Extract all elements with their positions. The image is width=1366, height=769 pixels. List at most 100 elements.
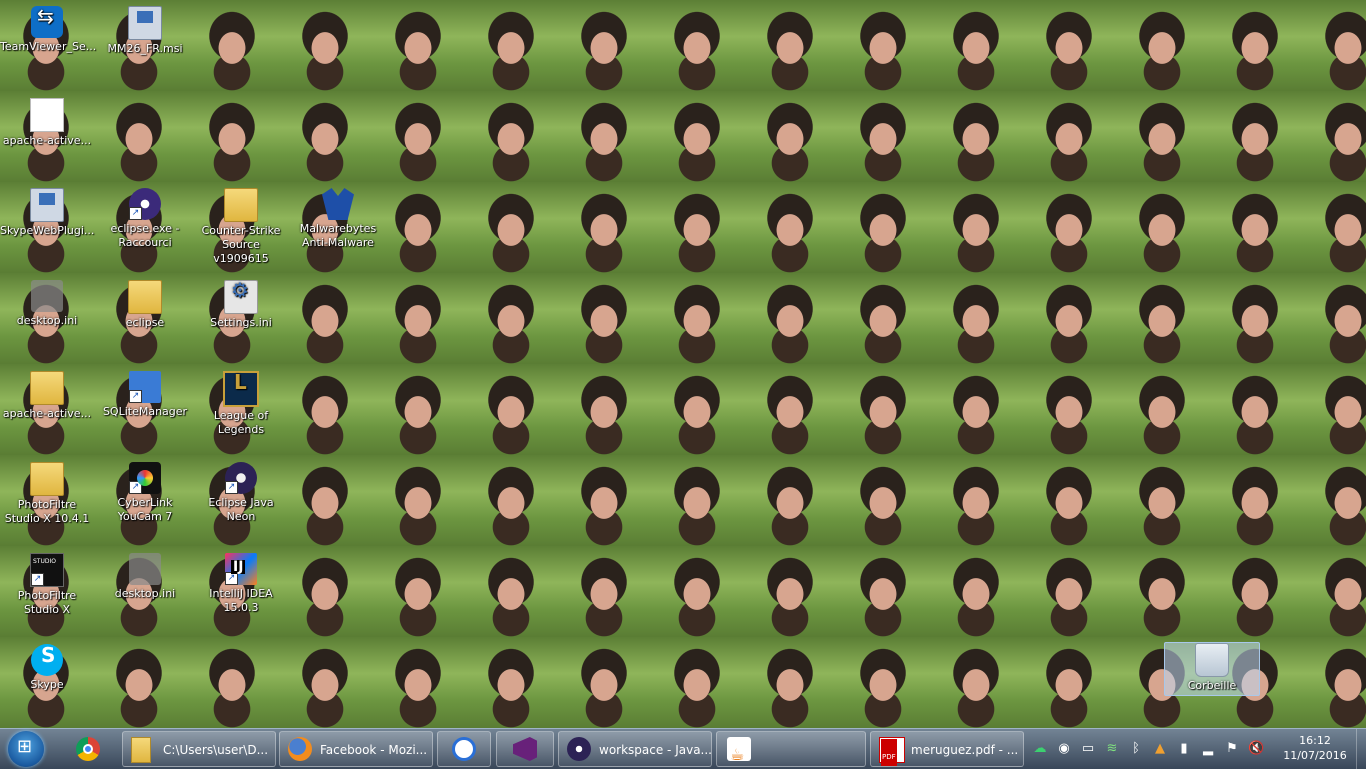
system-tray: ☁ ◉ ▭ ≋ ᛒ ▲ ▮ ▂ ⚑ 🔇	[1028, 729, 1268, 769]
msi-installer-icon	[30, 188, 64, 222]
desktop-icon-eclipse-neon[interactable]: ↗ Eclipse Java Neon	[194, 462, 288, 524]
shortcut-arrow-icon: ↗	[225, 481, 238, 494]
folder-icon	[131, 737, 151, 763]
desktop-icon-youcam[interactable]: ↗ CyberLink YouCam 7	[98, 462, 192, 524]
clock-time: 16:12	[1299, 734, 1331, 747]
taskbar-window-pdf[interactable]: meruguez.pdf - ...	[870, 731, 1024, 767]
desktop-icon-apache-active-file[interactable]: apache-active...	[0, 98, 94, 148]
taskbar-window-explorer[interactable]: C:\Users\user\D...	[122, 731, 276, 767]
desktop-icon-label: Settings.ini	[210, 316, 272, 329]
monitor-icon[interactable]: ▭	[1080, 741, 1096, 757]
desktop-icon-desktop-ini[interactable]: desktop.ini	[0, 280, 94, 328]
desktop-icon-league-of-legends[interactable]: League of Legends	[194, 371, 288, 437]
desktop-icon-label: Malwarebytes Anti-Malware	[299, 222, 377, 249]
desktop-icon-label: eclipse	[125, 316, 165, 329]
visual-studio-icon	[513, 737, 537, 761]
pdf-icon	[879, 737, 905, 766]
desktop-icon-eclipse-shortcut[interactable]: ↗ eclipse.exe - Raccourci	[98, 188, 192, 250]
desktop-icon-label: eclipse.exe - Raccourci	[110, 222, 180, 249]
taskbar-window-java[interactable]	[716, 731, 866, 767]
taskbar-window-eclipse[interactable]: workspace - Java...	[558, 731, 712, 767]
g-app-icon	[452, 737, 476, 761]
taskbar: C:\Users\user\D... Facebook - Mozi... wo…	[0, 728, 1366, 769]
file-icon	[30, 98, 64, 132]
taskbar-window-g-app[interactable]	[437, 731, 491, 767]
taskbar-window-label: workspace - Java...	[599, 743, 712, 757]
shortcut-arrow-icon: ↗	[129, 207, 142, 220]
skype-icon	[31, 644, 63, 676]
flag-icon[interactable]: ⚑	[1224, 741, 1240, 757]
desktop-icon-label: desktop.ini	[16, 314, 78, 327]
desktop-icon-label: MM26_FR.msi	[107, 42, 183, 55]
firefox-icon	[288, 737, 312, 761]
desktop-icon-apache-active-folder[interactable]: apache-active...	[0, 371, 94, 421]
desktop-icon-label: IntelliJ IDEA 15.0.3	[209, 587, 273, 614]
desktop-icon-label: Skype	[30, 678, 64, 691]
recycle-bin-icon	[1195, 643, 1229, 677]
desktop-icon-skypewebplugin[interactable]: SkypeWebPlugi...	[0, 188, 94, 238]
sync-icon[interactable]: ◉	[1056, 741, 1072, 757]
desktop-icon-intellij[interactable]: ↗ IntelliJ IDEA 15.0.3	[194, 553, 288, 615]
java-icon	[727, 737, 751, 766]
desktop-icon-label: PhotoFiltre Studio X 10.4.1	[4, 498, 90, 525]
clock-date: 11/07/2016	[1283, 749, 1347, 762]
desktop-icon-label: Eclipse Java Neon	[208, 496, 274, 523]
sqlitemanager-icon: ↗	[129, 371, 161, 403]
cloud-icon[interactable]: ☁	[1032, 741, 1048, 757]
taskbar-window-label: meruguez.pdf - ...	[911, 743, 1019, 757]
desktop-icon-label: CyberLink YouCam 7	[117, 496, 173, 523]
taskbar-pinned-chrome[interactable]	[64, 731, 114, 767]
settings-file-icon	[129, 553, 161, 585]
desktop-icon-label: PhotoFiltre Studio X	[17, 589, 77, 616]
desktop-icon-malwarebytes[interactable]: Malwarebytes Anti-Malware	[291, 188, 385, 250]
folder-icon	[30, 371, 64, 405]
folder-icon	[30, 462, 64, 496]
shortcut-arrow-icon: ↗	[129, 481, 142, 494]
signal-icon[interactable]: ▂	[1200, 741, 1216, 757]
show-desktop-button[interactable]	[1356, 729, 1366, 769]
taskbar-window-visual-studio[interactable]	[496, 731, 554, 767]
shortcut-arrow-icon: ↗	[129, 390, 142, 403]
desktop-icon-recycle-bin[interactable]: Corbeille	[1164, 642, 1260, 696]
settings-file-icon	[224, 280, 258, 314]
taskbar-clock[interactable]: 16:12 11/07/2016	[1283, 733, 1347, 763]
desktop-icon-label: apache-active...	[2, 134, 92, 147]
desktop-icon-photofiltre[interactable]: ↗ PhotoFiltre Studio X	[0, 553, 94, 617]
shortcut-arrow-icon: ↗	[31, 573, 44, 586]
eclipse-icon: ↗	[129, 188, 161, 220]
folder-icon	[128, 280, 162, 314]
youcam-icon: ↗	[129, 462, 161, 494]
folder-icon	[224, 188, 258, 222]
desktop-icon-sqlitemanager[interactable]: ↗ SQLiteManager	[98, 371, 192, 419]
desktop-icon-skype[interactable]: Skype	[0, 644, 94, 692]
battery-icon[interactable]: ▮	[1176, 741, 1192, 757]
msi-installer-icon	[128, 6, 162, 40]
desktop-icon-label: SkypeWebPlugi...	[0, 224, 95, 237]
taskbar-window-label: C:\Users\user\D...	[163, 743, 269, 757]
desktop-icon-teamviewer[interactable]: TeamViewer_Se...	[0, 6, 96, 54]
desktop-icon-label: League of Legends	[213, 409, 269, 436]
photofiltre-icon: ↗	[30, 553, 64, 587]
desktop-icon-label: desktop.ini	[114, 587, 176, 600]
desktop-icon-label: Corbeille	[1187, 679, 1237, 692]
intellij-icon: ↗	[225, 553, 257, 585]
desktop-icon-settings-ini[interactable]: Settings.ini	[194, 280, 288, 330]
shortcut-arrow-icon: ↗	[225, 572, 238, 585]
taskbar-window-firefox[interactable]: Facebook - Mozi...	[279, 731, 433, 767]
desktop-icon-label: SQLiteManager	[102, 405, 188, 418]
desktop-wallpaper	[0, 0, 1366, 728]
desktop-icon-eclipse-folder[interactable]: eclipse	[98, 280, 192, 330]
wifi-icon[interactable]: ≋	[1104, 741, 1120, 757]
desktop-icon-desktop-ini-2[interactable]: desktop.ini	[98, 553, 192, 601]
desktop-icon-counter-strike[interactable]: Counter-Strike Source v1909615	[194, 188, 288, 266]
teamviewer-icon	[31, 6, 63, 38]
volume-muted-icon[interactable]: 🔇	[1248, 741, 1264, 757]
chrome-icon	[76, 737, 100, 761]
malwarebytes-icon	[322, 188, 354, 220]
desktop-icon-photofiltre-folder[interactable]: PhotoFiltre Studio X 10.4.1	[0, 462, 94, 526]
security-icon[interactable]: ▲	[1152, 741, 1168, 757]
desktop-icon-mm26-msi[interactable]: MM26_FR.msi	[98, 6, 192, 56]
desktop-icon-label: apache-active...	[2, 407, 92, 420]
start-button[interactable]	[8, 731, 44, 767]
bluetooth-icon[interactable]: ᛒ	[1128, 741, 1144, 757]
